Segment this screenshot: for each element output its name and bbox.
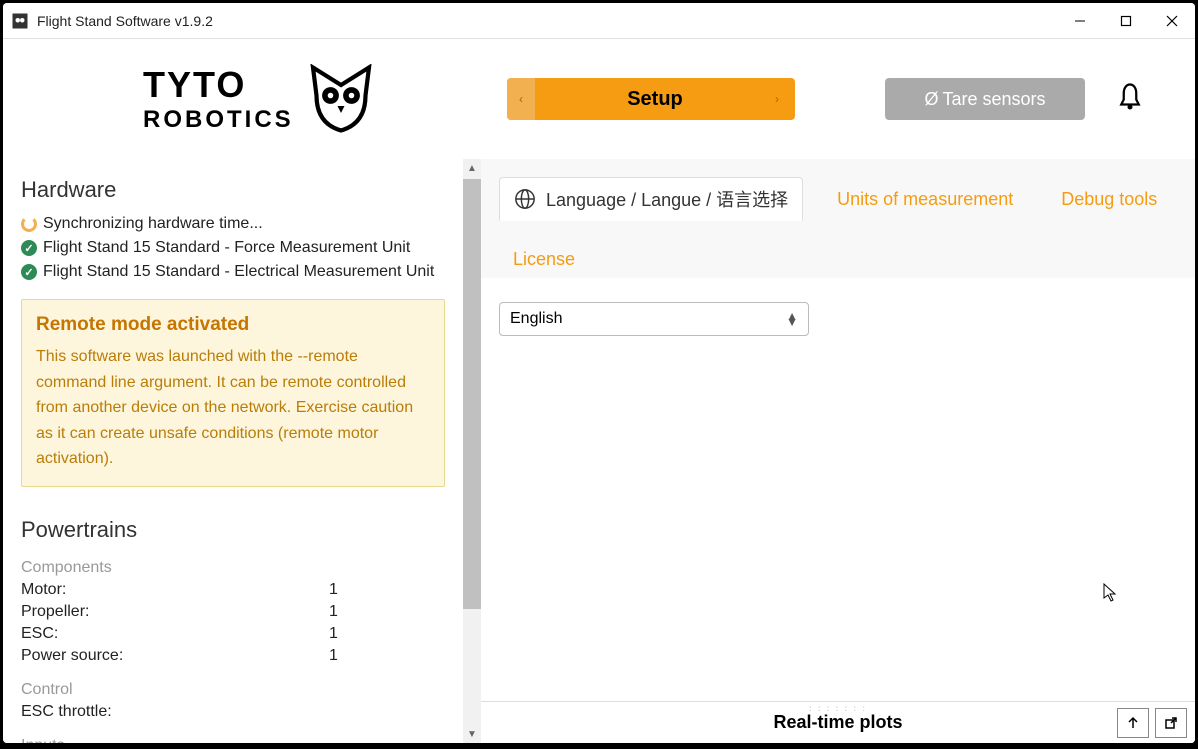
setup-prev-icon[interactable]: ‹ [507,78,535,120]
hardware-item-label: Flight Stand 15 Standard - Force Measure… [43,239,410,257]
powertrains-heading: Powertrains [21,517,445,543]
realtime-plots-label: Real-time plots [773,712,902,733]
scroll-up-icon[interactable]: ▲ [463,159,481,177]
drag-handle-icon[interactable]: : : : : : : : [809,704,867,713]
component-row: ESC:1 [21,625,445,643]
component-value: 1 [329,647,338,665]
setup-label: Setup [535,88,775,111]
hardware-sync-row: Synchronizing hardware time... [21,215,445,233]
component-row: Motor:1 [21,581,445,599]
select-caret-icon: ▲▼ [786,313,798,325]
maximize-button[interactable] [1103,3,1149,39]
language-select-value: English [510,310,562,328]
mouse-cursor-icon [1103,583,1119,606]
check-icon: ✓ [21,240,37,256]
notice-heading: Remote mode activated [36,314,430,336]
scroll-thumb[interactable] [463,179,481,609]
tare-sensors-button[interactable]: Ø Tare sensors [885,78,1085,120]
component-label: ESC: [21,625,329,643]
logo-line1: TYTO [143,64,294,106]
sidebar-scrollbar[interactable]: ▲ ▼ [463,159,481,743]
logo: TYTO ROBOTICS [143,64,376,134]
logo-line2: ROBOTICS [143,106,294,134]
tab-language[interactable]: Language / Langue / 语言选择 [499,177,803,221]
tab-units-label: Units of measurement [837,189,1013,210]
inputs-subheading: Inputs [21,737,445,743]
tare-label: Tare sensors [942,89,1045,110]
tab-license-label: License [513,249,575,270]
tab-debug-label: Debug tools [1061,189,1157,210]
component-value: 1 [329,581,338,599]
collapse-up-button[interactable] [1117,708,1149,738]
tab-debug[interactable]: Debug tools [1047,181,1171,218]
control-label: ESC throttle: [21,703,329,721]
hardware-item: ✓ Flight Stand 15 Standard - Electrical … [21,263,445,281]
notifications-bell-icon[interactable] [1115,80,1145,119]
hardware-item-label: Flight Stand 15 Standard - Electrical Me… [43,263,434,281]
sidebar: Hardware Synchronizing hardware time... … [3,159,481,743]
language-select[interactable]: English ▲▼ [499,302,809,336]
control-subheading: Control [21,681,445,699]
close-button[interactable] [1149,3,1195,39]
control-row: ESC throttle: [21,703,445,721]
spinner-icon [21,216,37,232]
hardware-heading: Hardware [21,177,445,203]
component-label: Motor: [21,581,329,599]
tab-units[interactable]: Units of measurement [823,181,1027,218]
tab-license[interactable]: License [499,241,589,278]
settings-tabs: Language / Langue / 语言选择 Units of measur… [481,159,1195,278]
scroll-down-icon[interactable]: ▼ [463,725,481,743]
titlebar: Flight Stand Software v1.9.2 [3,3,1195,39]
component-value: 1 [329,603,338,621]
setup-button[interactable]: ‹ Setup › [507,78,795,120]
tab-language-label: Language / Langue / 语言选择 [546,186,788,212]
component-row: Power source:1 [21,647,445,665]
empty-set-icon: Ø [924,89,938,110]
app-icon [11,12,29,30]
component-row: Propeller:1 [21,603,445,621]
topbar: TYTO ROBOTICS ‹ Setup › Ø Tare sensors [3,39,1195,159]
setup-next-icon[interactable]: › [775,92,795,106]
hardware-item: ✓ Flight Stand 15 Standard - Force Measu… [21,239,445,257]
globe-icon [514,188,536,210]
minimize-button[interactable] [1057,3,1103,39]
component-label: Power source: [21,647,329,665]
components-subheading: Components [21,559,445,577]
component-label: Propeller: [21,603,329,621]
window-title: Flight Stand Software v1.9.2 [37,13,213,29]
popout-button[interactable] [1155,708,1187,738]
notice-body: This software was launched with the --re… [36,344,430,472]
owl-icon [306,64,376,134]
component-value: 1 [329,625,338,643]
main-panel: Language / Langue / 语言选择 Units of measur… [481,159,1195,743]
remote-mode-notice: Remote mode activated This software was … [21,299,445,487]
hardware-sync-text: Synchronizing hardware time... [43,215,263,233]
realtime-plots-bar[interactable]: : : : : : : : Real-time plots [481,701,1195,743]
check-icon: ✓ [21,264,37,280]
